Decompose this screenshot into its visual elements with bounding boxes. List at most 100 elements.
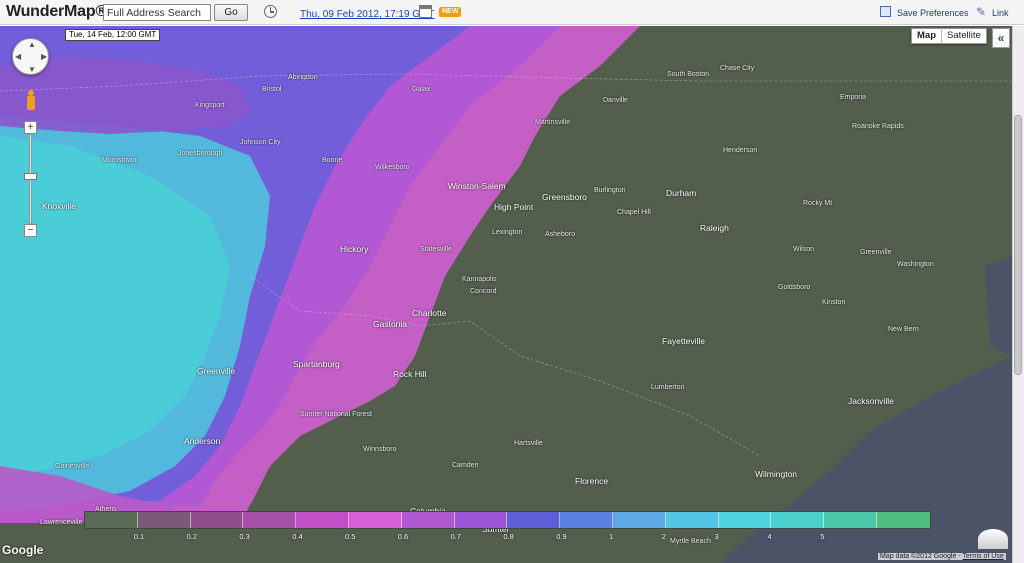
legend-swatch <box>190 512 244 528</box>
city-label: Charlotte <box>412 308 447 318</box>
link-link[interactable]: Link <box>992 8 1009 18</box>
map-type-control: Map Satellite <box>911 28 987 44</box>
wundermap-logo[interactable]: WunderMap® <box>6 3 107 21</box>
legend-label: 0.6 <box>397 532 409 541</box>
city-label: Fayetteville <box>662 336 705 346</box>
city-label: Greenville <box>860 249 892 256</box>
map-base-layer <box>0 26 1012 563</box>
city-label: Boone <box>322 157 343 164</box>
city-label: Burlington <box>594 187 626 194</box>
weather-underground-logo[interactable] <box>978 529 1008 549</box>
city-label: Jonesborough <box>178 150 223 157</box>
city-label: Wilkesboro <box>375 164 410 171</box>
legend-label: 4 <box>767 532 772 541</box>
legend-swatch <box>612 512 666 528</box>
city-label: Roanoke Rapids <box>852 123 904 130</box>
legend-swatch <box>243 512 297 528</box>
city-label: High Point <box>494 202 534 212</box>
city-label: Greenville <box>197 366 236 376</box>
city-label: Emporia <box>840 94 867 101</box>
legend-swatch <box>348 512 402 528</box>
city-label: Spartanburg <box>293 359 340 369</box>
pan-left-icon[interactable]: ◀ <box>15 52 21 61</box>
city-label: Durham <box>666 188 697 198</box>
forecast-timestamp: Tue, 14 Feb, 12:00 GMT <box>65 29 161 41</box>
city-label: Abingdon <box>288 74 318 81</box>
top-toolbar: WunderMap® Go Thu, 09 Feb 2012, 17:19 GM… <box>0 0 1024 25</box>
calendar-icon[interactable] <box>419 5 432 18</box>
city-label: Chase City <box>720 65 755 72</box>
legend-label: 1 <box>609 532 614 541</box>
map-copyright: Map data ©2012 Google - Terms of Use <box>878 553 1006 560</box>
city-label: Lawrenceville <box>40 519 83 526</box>
city-label: Knoxville <box>42 201 77 211</box>
link-icon[interactable]: ✎ <box>976 5 986 19</box>
city-label: Jacksonville <box>848 396 894 406</box>
legend-label: 0.1 <box>133 532 145 541</box>
legend-swatch <box>560 512 613 528</box>
city-label: Morristown <box>102 157 137 164</box>
city-label: Greensboro <box>542 192 587 202</box>
collapse-panel-button[interactable]: « <box>992 28 1010 48</box>
city-label: New Bern <box>888 326 919 333</box>
date-time-link[interactable]: Thu, 09 Feb 2012, 17:19 GMT <box>300 9 435 20</box>
address-search-input[interactable] <box>103 4 211 21</box>
legend-label: 0.7 <box>450 532 462 541</box>
city-label: Galax <box>412 86 431 93</box>
city-label: Wilson <box>793 246 815 253</box>
google-logo[interactable]: Google <box>2 543 43 557</box>
city-label: Concord <box>470 288 497 295</box>
legend-label: 0.3 <box>239 532 250 541</box>
new-badge: NEW <box>439 7 462 17</box>
legend-label: 3 <box>714 532 719 541</box>
zoom-out-button[interactable]: − <box>24 224 37 237</box>
city-label: Lumberton <box>651 384 685 391</box>
zoom-slider-thumb[interactable] <box>24 173 37 180</box>
city-label: Kingsport <box>195 102 225 109</box>
copyright-text: Map data ©2012 Google - <box>880 553 961 560</box>
city-label: Martinsville <box>535 119 571 126</box>
city-label: Asheboro <box>545 231 575 238</box>
map-button[interactable]: Map <box>912 29 942 43</box>
city-label: Hartsville <box>514 440 543 447</box>
pan-control[interactable]: ▲ ▼ ◀ ▶ <box>12 38 49 75</box>
legend-label: 0.9 <box>556 532 567 541</box>
legend-swatch <box>454 512 508 528</box>
city-label: Sumter National Forest <box>300 411 372 418</box>
satellite-button[interactable]: Satellite <box>942 29 986 43</box>
city-label: Wilmington <box>755 469 798 479</box>
legend-swatch <box>137 512 191 528</box>
city-label: Raleigh <box>700 223 729 233</box>
clock-icon[interactable] <box>264 5 277 18</box>
legend-label: 0.2 <box>186 532 198 541</box>
pan-down-icon[interactable]: ▼ <box>28 65 36 74</box>
legend-label: 5 <box>820 532 825 541</box>
city-label: Gastonia <box>373 319 408 329</box>
city-label: Henderson <box>723 147 758 154</box>
save-icon[interactable] <box>880 6 891 17</box>
pan-up-icon[interactable]: ▲ <box>28 40 36 49</box>
city-label: Camden <box>452 462 479 469</box>
precip-legend-labels: 0.1 0.2 0.3 0.4 0.5 0.6 0.7 0.8 0.9 1 2 3 4 5 <box>84 532 929 542</box>
city-label: Statesville <box>420 246 452 253</box>
go-button[interactable]: Go <box>214 4 248 21</box>
legend-swatch <box>401 512 455 528</box>
city-label: Rocky Mt <box>803 200 833 207</box>
city-label: Kinston <box>822 299 846 306</box>
pan-right-icon[interactable]: ▶ <box>41 52 47 61</box>
terms-of-use-link[interactable]: Terms of Use <box>962 553 1003 560</box>
city-label: Washington <box>897 261 934 268</box>
legend-swatch <box>824 512 877 528</box>
legend-swatch <box>296 512 349 528</box>
city-label: Danville <box>603 97 628 104</box>
street-view-pegman-icon[interactable] <box>26 90 36 112</box>
zoom-in-button[interactable]: + <box>24 121 37 134</box>
map-canvas[interactable]: Tue, 14 Feb, 12:00 GMT ▲ ▼ ◀ ▶ + − Map S… <box>0 26 1012 563</box>
save-preferences-link[interactable]: Save Preferences <box>897 8 969 18</box>
legend-label: 0.5 <box>345 532 356 541</box>
city-label: Kannapolis <box>462 276 497 283</box>
city-label: Florence <box>575 476 609 486</box>
city-label: Anderson <box>184 436 221 446</box>
scrollbar-thumb[interactable] <box>1014 115 1022 375</box>
legend-label: 0.4 <box>292 532 303 541</box>
